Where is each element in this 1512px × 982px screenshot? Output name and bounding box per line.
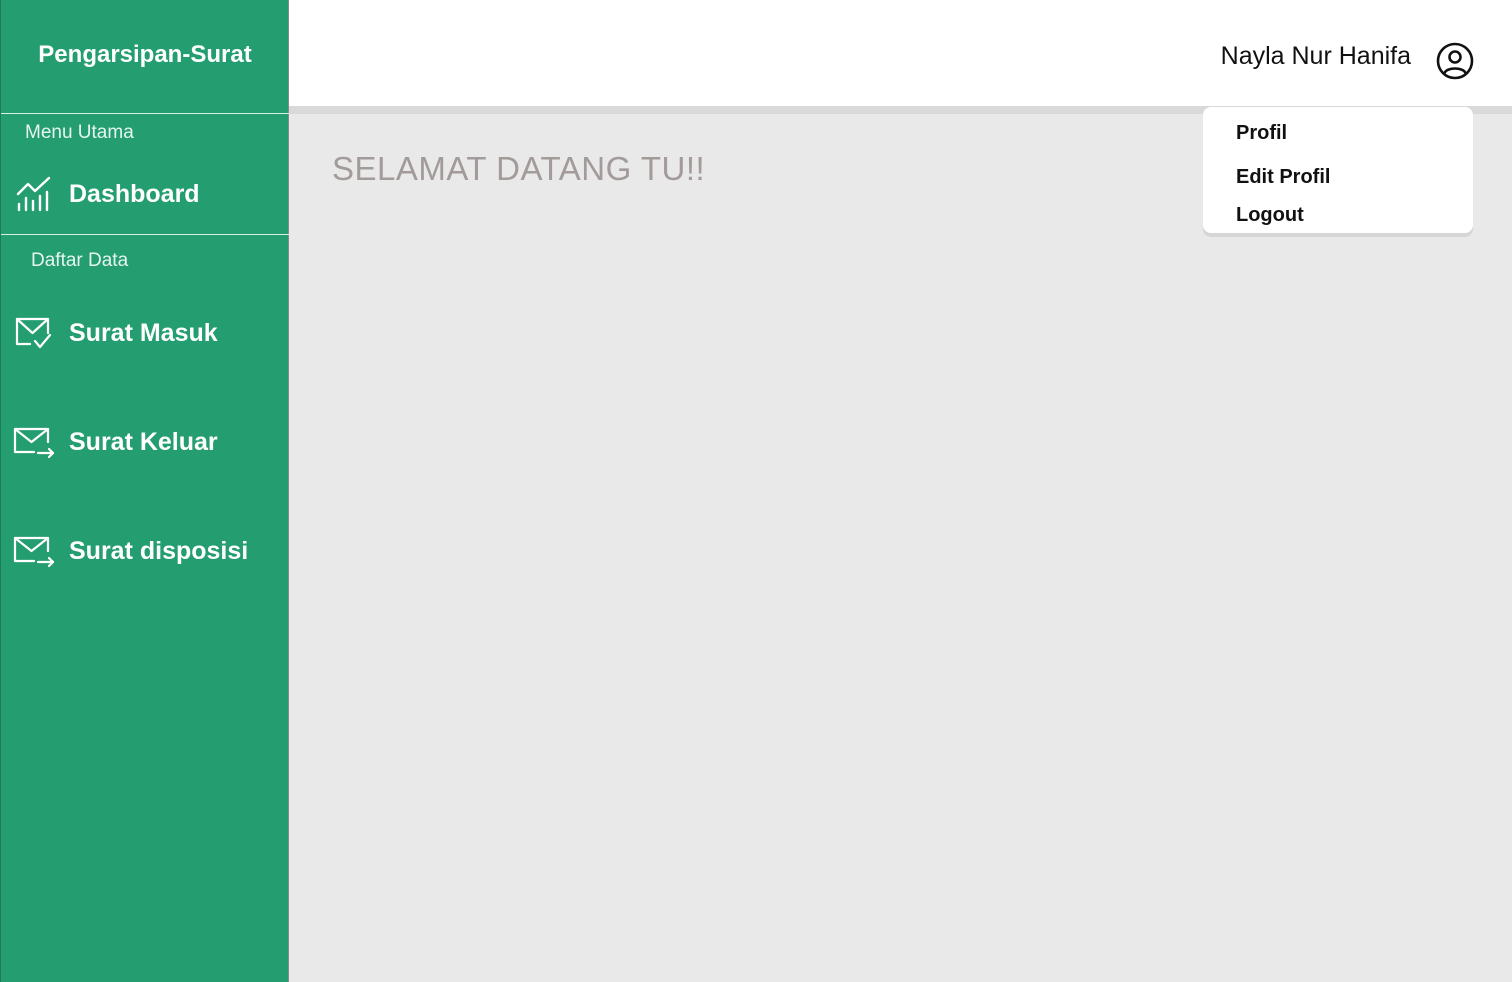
sidebar-divider bbox=[1, 234, 289, 235]
user-circle-icon[interactable] bbox=[1435, 41, 1475, 81]
mail-send-icon bbox=[11, 419, 57, 465]
mail-check-icon bbox=[11, 310, 57, 356]
sidebar-item-label: Dashboard bbox=[69, 179, 200, 208]
sidebar: Pengarsipan-Surat Menu Utama Dashboard D… bbox=[0, 0, 289, 982]
mail-send-icon bbox=[11, 528, 57, 574]
section-label-daftar-data: Daftar Data bbox=[31, 250, 129, 271]
sidebar-item-dashboard[interactable]: Dashboard bbox=[1, 166, 289, 222]
sidebar-item-surat-disposisi[interactable]: Surat disposisi bbox=[1, 523, 289, 579]
sidebar-item-label: Surat Keluar bbox=[69, 427, 218, 456]
sidebar-item-surat-masuk[interactable]: Surat Masuk bbox=[1, 305, 289, 361]
sidebar-divider bbox=[1, 113, 289, 114]
menu-item-logout[interactable]: Logout bbox=[1236, 204, 1304, 227]
user-name[interactable]: Nayla Nur Hanifa bbox=[1221, 42, 1411, 71]
brand-title: Pengarsipan-Surat bbox=[38, 40, 252, 68]
sidebar-item-label: Surat Masuk bbox=[69, 318, 218, 347]
chart-icon bbox=[11, 171, 57, 217]
user-dropdown-menu: Profil Edit Profil Logout bbox=[1203, 107, 1473, 233]
top-header: Nayla Nur Hanifa bbox=[289, 0, 1512, 106]
menu-item-profil[interactable]: Profil bbox=[1236, 122, 1287, 145]
welcome-heading: SELAMAT DATANG TU!! bbox=[332, 150, 706, 187]
sidebar-item-surat-keluar[interactable]: Surat Keluar bbox=[1, 414, 289, 470]
menu-item-edit-profil[interactable]: Edit Profil bbox=[1236, 166, 1330, 189]
sidebar-item-label: Surat disposisi bbox=[69, 536, 249, 565]
section-label-menu-utama: Menu Utama bbox=[25, 122, 134, 143]
